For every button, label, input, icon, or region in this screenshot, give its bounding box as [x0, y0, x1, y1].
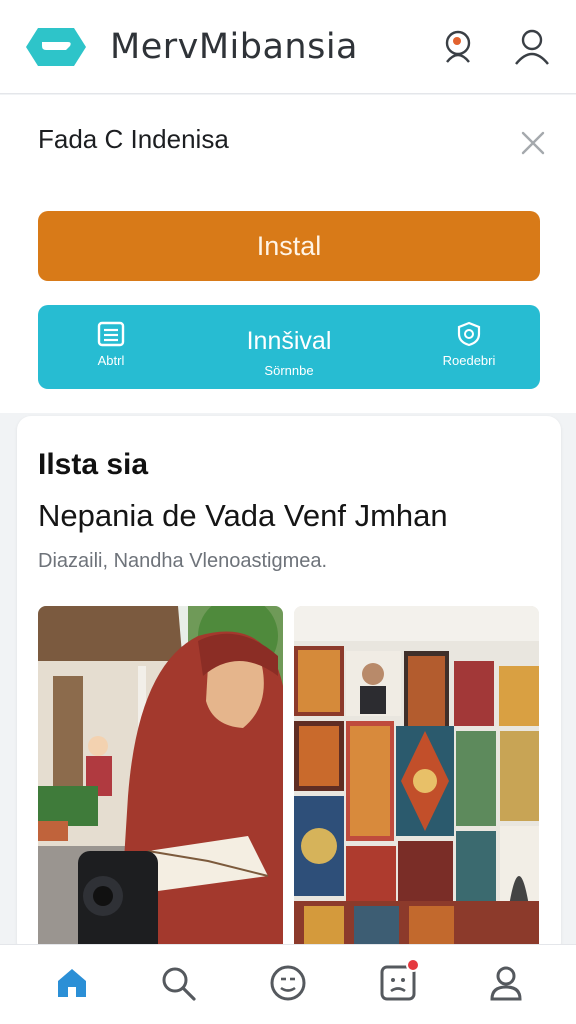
notification-badge — [406, 958, 420, 972]
search-icon[interactable] — [156, 961, 200, 1005]
card-title: Nepania de Vada Venf Jmhan — [38, 498, 448, 533]
profile-icon[interactable] — [484, 961, 528, 1005]
home-icon[interactable] — [50, 961, 94, 1005]
option-mid[interactable]: Sörnnbe — [244, 363, 334, 378]
install-button[interactable]: Instal — [38, 211, 540, 281]
bell-person-icon[interactable] — [438, 26, 478, 66]
install-options-bar[interactable]: Abtrl Innšival Sörnnbe Roedebri — [38, 305, 540, 389]
shield-gear-icon — [457, 321, 481, 347]
feature-card[interactable]: Ilsta sia Nepania de Vada Venf Jmhan Dia… — [17, 416, 561, 956]
photo-woman-reading[interactable] — [38, 606, 283, 956]
option-right-label: Roedebri — [442, 353, 496, 368]
smiley-icon[interactable] — [266, 961, 310, 1005]
option-mid-label: Sörnnbe — [264, 363, 314, 378]
bottom-navigation — [0, 944, 576, 1024]
option-right[interactable]: Roedebri — [424, 321, 514, 368]
banner-title: Fada C Indenisa — [38, 124, 229, 154]
card-subtitle: Diazaili, Nandha Vlenoastigmea. — [38, 550, 328, 572]
app-header: MervMibansia — [0, 0, 576, 94]
photo-batik-wall[interactable] — [294, 606, 539, 956]
user-icon[interactable] — [512, 26, 552, 66]
app-title: MervMibansia — [110, 27, 359, 67]
card-heading: Ilsta sia — [38, 448, 149, 481]
chat-bubble-logo-icon[interactable] — [24, 24, 88, 70]
close-icon[interactable] — [516, 126, 550, 160]
